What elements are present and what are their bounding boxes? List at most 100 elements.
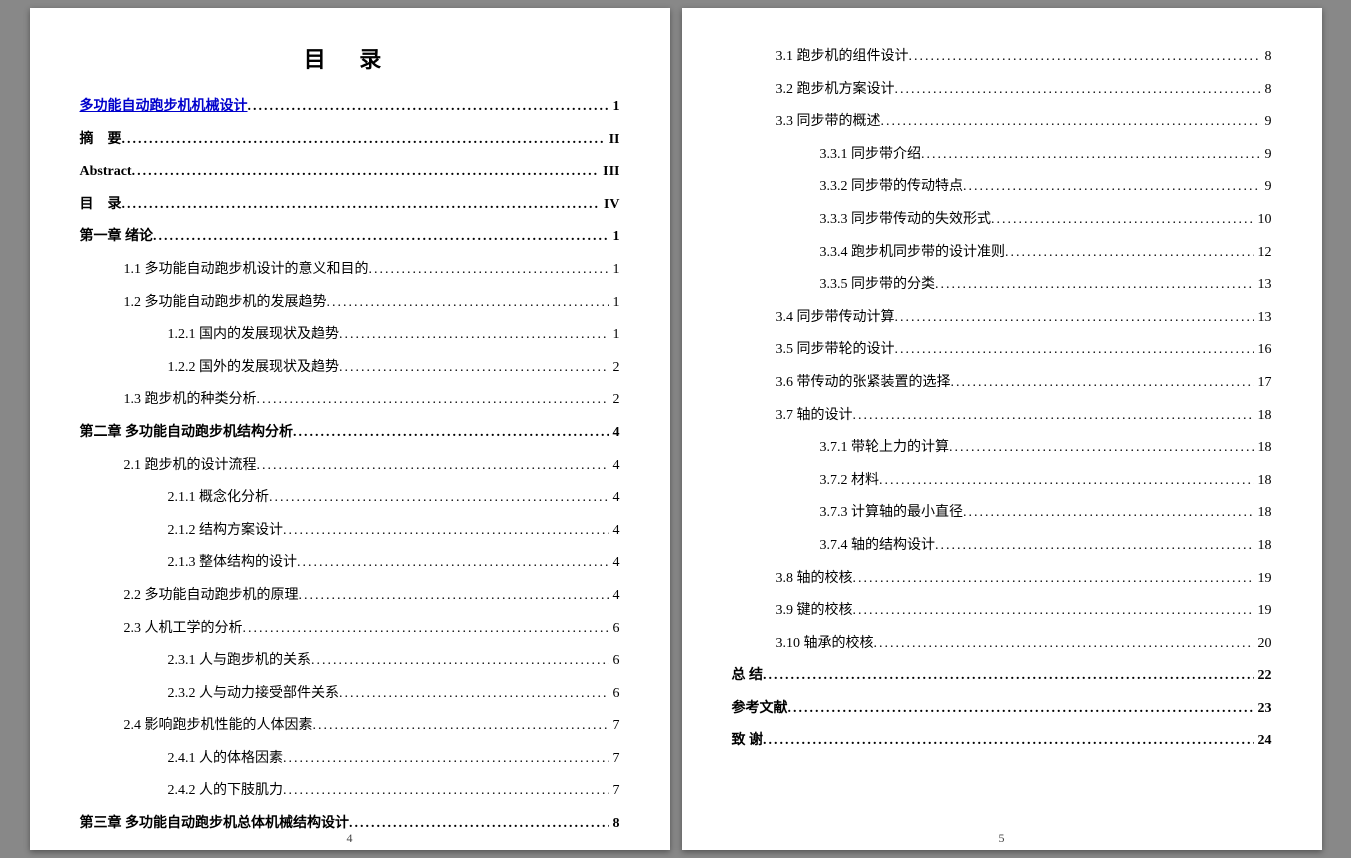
toc-entry-label: 3.3.3 同步带传动的失效形式: [820, 207, 992, 234]
toc-entry: 3.7.3 计算轴的最小直径18: [732, 500, 1272, 527]
toc-entry: 第一章 绪论1: [80, 224, 620, 251]
toc-entry-label: 3.7 轴的设计: [776, 403, 853, 430]
toc-entry-page: 1: [609, 94, 620, 121]
toc-entry: 3.3.3 同步带传动的失效形式 10: [732, 207, 1272, 234]
toc-entry-page: 2: [609, 387, 620, 414]
toc-entry-label: 3.3 同步带的概述: [776, 109, 881, 136]
toc-entry-page: 16: [1254, 337, 1272, 364]
page-number-right: 5: [682, 831, 1322, 846]
toc-entry: 1.1 多功能自动跑步机设计的意义和目的1: [80, 257, 620, 284]
toc-dots: [853, 566, 1254, 593]
toc-entry: 2.2 多功能自动跑步机的原理 4: [80, 583, 620, 610]
toc-entry-page: 1: [609, 290, 620, 317]
toc-entry-label: 3.7.4 轴的结构设计: [820, 533, 936, 560]
toc-entry-page: 7: [609, 713, 620, 740]
toc-entry-link[interactable]: 多功能自动跑步机机械设计: [80, 94, 248, 121]
toc-entry-label: 3.7.2 材料: [820, 468, 880, 495]
toc-entry: 2.4.1 人的体格因素7: [80, 746, 620, 773]
toc-dots: [881, 109, 1261, 136]
toc-entry: 2.3.2 人与动力接受部件关系6: [80, 681, 620, 708]
toc-entry-label: 2.1 跑步机的设计流程: [124, 453, 257, 480]
toc-dots: [248, 94, 609, 121]
toc-entry-page: 6: [609, 681, 620, 708]
toc-entry: 2.1.3 整体结构的设计 4: [80, 550, 620, 577]
toc-entry-page: 4: [609, 583, 620, 610]
toc-entry: 3.8 轴的校核19: [732, 566, 1272, 593]
toc-dots: [283, 778, 609, 805]
toc-entry-label: 3.7.1 带轮上力的计算: [820, 435, 950, 462]
toc-entry: 2.4 影响跑步机性能的人体因素7: [80, 713, 620, 740]
toc-dots: [963, 500, 1254, 527]
toc-entry: 3.10 轴承的校核20: [732, 631, 1272, 658]
toc-dots: [874, 631, 1254, 658]
toc-dots: [293, 420, 609, 447]
toc-entry-page: 4: [609, 453, 620, 480]
toc-entry: 3.2 跑步机方案设计8: [732, 77, 1272, 104]
toc-entry: 3.7 轴的设计 18: [732, 403, 1272, 430]
page-spread: 目 录 多功能自动跑步机机械设计1摘 要IIAbstractIII目 录IV第一…: [0, 0, 1351, 858]
toc-entry: 3.5 同步带轮的设计 16: [732, 337, 1272, 364]
toc-entry-label: 2.1.3 整体结构的设计: [168, 550, 298, 577]
toc-entry-page: 9: [1261, 109, 1272, 136]
page-left: 目 录 多功能自动跑步机机械设计1摘 要IIAbstractIII目 录IV第一…: [30, 8, 670, 850]
toc-entry-label: 3.4 同步带传动计算: [776, 305, 895, 332]
toc-entry: 3.3.4 跑步机同步带的设计准则 12: [732, 240, 1272, 267]
toc-entry-label: 3.3.5 同步带的分类: [820, 272, 936, 299]
toc-entry-page: 4: [609, 420, 620, 447]
page-right: 3.1 跑步机的组件设计 8 3.2 跑步机方案设计8 3.3 同步带的概述 9 3.3.…: [682, 8, 1322, 850]
toc-list-right: 3.1 跑步机的组件设计 8 3.2 跑步机方案设计8 3.3 同步带的概述 9 3.3.…: [732, 44, 1272, 755]
toc-dots: [991, 207, 1254, 234]
toc-entry-page: 18: [1254, 468, 1272, 495]
toc-dots: [132, 159, 600, 186]
toc-entry: 第二章 多功能自动跑步机结构分析4: [80, 420, 620, 447]
page-number-left: 4: [30, 831, 670, 846]
toc-entry-label: 3.1 跑步机的组件设计: [776, 44, 909, 71]
toc-entry-label: 3.5 同步带轮的设计: [776, 337, 895, 364]
toc-dots: [243, 616, 609, 643]
toc-entry-page: 24: [1254, 728, 1272, 755]
toc-dots: [853, 403, 1254, 430]
toc-entry-label: 3.6 带传动的张紧装置的选择: [776, 370, 951, 397]
toc-entry-page: 4: [609, 550, 620, 577]
toc-entry-label: 2.4.2 人的下肢肌力: [168, 778, 284, 805]
toc-dots: [935, 533, 1254, 560]
toc-dots: [921, 142, 1261, 169]
toc-entry-page: 10: [1254, 207, 1272, 234]
toc-entry-label: 3.3.2 同步带的传动特点: [820, 174, 964, 201]
toc-dots: [788, 696, 1254, 723]
toc-dots: [153, 224, 609, 251]
toc-entry-label: 2.2 多功能自动跑步机的原理: [124, 583, 299, 610]
toc-dots: [311, 648, 609, 675]
toc-entry-label: 第一章 绪论: [80, 224, 154, 251]
toc-entry-label: 3.3.1 同步带介绍: [820, 142, 922, 169]
toc-entry: 3.1 跑步机的组件设计 8: [732, 44, 1272, 71]
toc-entry-page: 6: [609, 616, 620, 643]
toc-entry-label: 2.3.1 人与跑步机的关系: [168, 648, 312, 675]
toc-dots: [339, 681, 609, 708]
toc-entry-page: 1: [609, 257, 620, 284]
toc-entry-page: 1: [609, 322, 620, 349]
toc-entry-page: 22: [1254, 663, 1272, 690]
toc-entry: 3.3.1 同步带介绍9: [732, 142, 1272, 169]
toc-dots: [313, 713, 609, 740]
toc-dots: [327, 290, 609, 317]
toc-dots: [283, 518, 609, 545]
toc-dots: [299, 583, 609, 610]
toc-dots: [763, 728, 1254, 755]
toc-entry: 3.6 带传动的张紧装置的选择17: [732, 370, 1272, 397]
toc-entry-page: 9: [1261, 174, 1272, 201]
toc-entry-page: 8: [1261, 44, 1272, 71]
toc-entry-label: 3.10 轴承的校核: [776, 631, 874, 658]
toc-entry-label: 1.2.2 国外的发展现状及趋势: [168, 355, 340, 382]
toc-dots: [257, 453, 609, 480]
toc-entry: 致 谢24: [732, 728, 1272, 755]
toc-dots: [1005, 240, 1254, 267]
toc-entry: 3.3 同步带的概述 9: [732, 109, 1272, 136]
toc-entry-label: 3.3.4 跑步机同步带的设计准则: [820, 240, 1006, 267]
toc-entry-page: 12: [1254, 240, 1272, 267]
toc-entry-page: 18: [1254, 403, 1272, 430]
toc-dots: [339, 355, 609, 382]
toc-dots: [951, 370, 1254, 397]
toc-entry-label: 2.1.1 概念化分析: [168, 485, 270, 512]
toc-entry-page: 23: [1254, 696, 1272, 723]
